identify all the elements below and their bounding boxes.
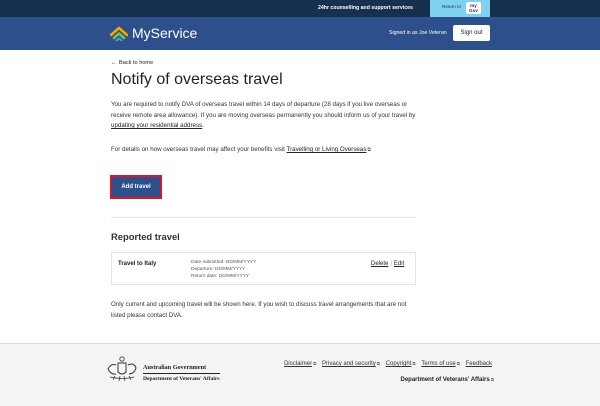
footer-link-copyright[interactable]: Copyright: [386, 361, 412, 367]
update-address-link[interactable]: updating your residential address: [111, 122, 202, 129]
footer-link-disclaimer[interactable]: Disclaimer: [284, 361, 312, 367]
details-paragraph: For details on how overseas travel may a…: [111, 145, 416, 156]
external-link-icon: ⧉: [456, 361, 460, 366]
intro-text: You are required to notify DVA of overse…: [111, 101, 416, 119]
section-divider: [111, 217, 416, 218]
footer-links: Disclaimer⧉ Privacy and security⧉ Copyri…: [280, 361, 492, 367]
signed-in-status: Signed in as Joe Veteran: [389, 30, 447, 36]
mygov-logo-bottom: Gov: [469, 8, 478, 13]
coat-of-arms-icon: [107, 356, 137, 382]
details-text: For details on how overseas travel may a…: [111, 146, 287, 153]
date-submitted: Date submitted: DD/MM/YYYY: [191, 260, 257, 265]
australian-government-logo: Australian Government Department of Vete…: [143, 364, 220, 383]
return-date: Return date: DD/MM/YYYY: [191, 274, 250, 279]
gov-line-2: Department of Veterans' Affairs: [143, 373, 220, 383]
footer-link-terms[interactable]: Terms of use: [421, 361, 455, 367]
external-link-icon: ⧉: [376, 361, 381, 366]
return-to-mygov-button[interactable]: Return to my Gov: [430, 0, 490, 17]
external-link-icon: ⧉: [367, 147, 371, 153]
reported-travel-heading: Reported travel: [111, 231, 180, 242]
trip-actions: Delete | Edit: [371, 261, 404, 267]
external-link-icon: ⧉: [313, 361, 317, 366]
intro-end: .: [202, 122, 204, 130]
travel-record-card: Travel to Italy Date submitted: DD/MM/YY…: [111, 252, 416, 285]
add-travel-button[interactable]: Add travel: [110, 175, 162, 199]
back-to-home-link[interactable]: ← Back to home: [111, 60, 153, 66]
mygov-logo: my Gov: [466, 2, 481, 14]
gov-line-1: Australian Government: [143, 364, 207, 371]
trip-destination: Travel to Italy: [118, 261, 157, 267]
sign-out-button[interactable]: Sign out: [453, 25, 490, 41]
external-link-icon: ⧉: [412, 361, 416, 366]
edit-trip-link[interactable]: Edit: [394, 261, 404, 267]
footer-link-privacy[interactable]: Privacy and security: [322, 361, 376, 367]
action-separator: |: [390, 261, 392, 267]
back-link-label: Back to home: [119, 60, 154, 66]
top-utility-bar: 24hr counselling and support services Re…: [0, 0, 600, 17]
site-header: MyService Signed in as Joe Veteran Sign …: [0, 17, 600, 50]
contact-note: Only current and upcoming travel will be…: [111, 301, 407, 319]
travelling-overseas-link[interactable]: Travelling or Living Overseas: [287, 146, 367, 153]
dva-link-label: Department of Veterans' Affairs: [400, 377, 490, 383]
intro-paragraph: You are required to notify DVA of overse…: [111, 100, 416, 132]
dva-website-link[interactable]: Department of Veterans' Affairs⧉: [400, 377, 494, 383]
arrow-left-icon: ←: [111, 60, 117, 66]
departure-date: Departure: DD/MM/YYYY: [191, 267, 246, 272]
myservice-logo-icon: [110, 26, 128, 41]
brand-name: MyService: [132, 25, 198, 41]
footer-link-feedback[interactable]: Feedback: [466, 361, 492, 367]
support-services-link[interactable]: 24hr counselling and support services: [318, 0, 413, 17]
delete-trip-link[interactable]: Delete: [371, 261, 388, 267]
page-title: Notify of overseas travel: [111, 71, 283, 88]
return-to-label: Return to: [442, 4, 461, 9]
trip-dates: Date submitted: DD/MM/YYYY Departure: DD…: [191, 259, 256, 280]
site-footer: Australian Government Department of Vete…: [0, 343, 600, 406]
external-link-icon: ⧉: [490, 377, 494, 382]
